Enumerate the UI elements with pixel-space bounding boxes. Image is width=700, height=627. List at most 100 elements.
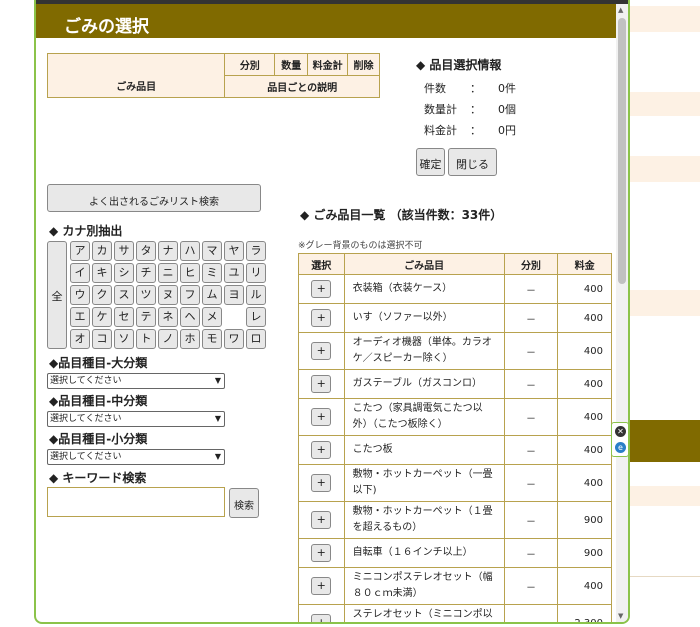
add-item-button[interactable]: + <box>311 342 332 360</box>
item-list-title: ◆ ごみ品目一覧 （該当件数：33件） <box>300 208 503 222</box>
kana-button[interactable]: チ <box>136 263 156 283</box>
item-row: + 敷物・ホットカーペット（一畳以下) － 400 <box>298 464 612 502</box>
kana-button[interactable]: ア <box>70 241 90 261</box>
item-list-table: 選択 ごみ品目 分別 料金 + 衣装箱（衣装ケース）－ 400 + いす（ソファー以外）… <box>298 253 612 622</box>
kana-button[interactable]: ヤ <box>224 241 244 261</box>
item-category: － <box>503 604 559 622</box>
kana-button[interactable]: フ <box>180 285 200 305</box>
item-select-cell: + <box>298 464 345 502</box>
kana-button[interactable]: ニ <box>158 263 178 283</box>
kana-button[interactable]: ソ <box>114 329 134 349</box>
kana-all-button[interactable]: 全 <box>47 241 67 349</box>
kana-button[interactable]: ト <box>136 329 156 349</box>
add-item-button[interactable]: + <box>311 375 332 393</box>
small-category-select[interactable]: 選択してください ▼ <box>47 449 225 465</box>
add-item-button[interactable]: + <box>311 441 332 459</box>
kana-button[interactable]: ラ <box>246 241 266 261</box>
kana-button[interactable]: オ <box>70 329 90 349</box>
kana-button[interactable]: サ <box>114 241 134 261</box>
keyword-input[interactable] <box>47 487 225 517</box>
scroll-down-icon[interactable]: ▼ <box>618 612 623 620</box>
kana-button[interactable]: タ <box>136 241 156 261</box>
add-item-button[interactable]: + <box>311 309 332 327</box>
item-category: － <box>503 567 559 605</box>
large-category-select[interactable]: 選択してください ▼ <box>47 373 225 389</box>
kana-button[interactable]: メ <box>202 307 222 327</box>
add-item-button[interactable]: + <box>311 408 332 426</box>
kana-button[interactable]: シ <box>114 263 134 283</box>
item-select-cell: + <box>298 303 345 333</box>
confirm-button[interactable]: 確定 <box>416 148 445 176</box>
kana-button[interactable]: モ <box>202 329 222 349</box>
add-item-button[interactable]: + <box>311 614 332 622</box>
kana-button[interactable]: マ <box>202 241 222 261</box>
close-button[interactable]: 閉じる <box>448 148 497 176</box>
medium-category-select[interactable]: 選択してください ▼ <box>47 411 225 427</box>
kana-button[interactable]: ウ <box>70 285 90 305</box>
kana-button[interactable]: ノ <box>158 329 178 349</box>
item-row: + こたつ板－ 400 <box>298 435 612 465</box>
item-fee: 400 <box>557 274 612 304</box>
garbage-select-modal: ごみの選択 ごみ品目 分別 数量 料金計 削除 品目ごとの説明 ◆ 品目選択情報… <box>34 0 630 624</box>
col-header-description: 品目ごとの説明 <box>224 75 380 98</box>
scroll-thumb[interactable] <box>618 18 626 284</box>
item-category: － <box>503 274 559 304</box>
col-header-select: 選択 <box>298 253 345 275</box>
add-item-button[interactable]: + <box>311 544 332 562</box>
kana-button[interactable]: ミ <box>202 263 222 283</box>
modal-scrollbar[interactable]: ▲ ▼ <box>616 4 628 622</box>
kana-button[interactable]: ツ <box>136 285 156 305</box>
kana-button[interactable]: ユ <box>224 263 244 283</box>
kana-button[interactable]: イ <box>70 263 90 283</box>
item-category: － <box>503 435 559 465</box>
kana-button[interactable]: ム <box>202 285 222 305</box>
item-fee: 400 <box>557 369 612 399</box>
kana-button[interactable]: ネ <box>158 307 178 327</box>
add-item-button[interactable]: + <box>311 577 332 595</box>
col-header-delete: 削除 <box>347 53 380 76</box>
scroll-up-icon[interactable]: ▲ <box>618 6 623 14</box>
kana-button[interactable]: ク <box>92 285 112 305</box>
item-name: こたつ（家具調電気こたつ以外）（こたつ板除く） <box>343 398 505 436</box>
kana-button[interactable]: リ <box>246 263 266 283</box>
kana-button[interactable]: ロ <box>246 329 266 349</box>
add-item-button[interactable]: + <box>311 474 332 492</box>
add-item-button[interactable]: + <box>311 280 332 298</box>
col-header-item: ごみ品目 <box>343 253 505 275</box>
frequent-list-search-button[interactable]: よく出されるごみリスト検索 <box>47 184 261 212</box>
select-value: 選択してください <box>50 376 122 386</box>
kana-button[interactable]: ケ <box>92 307 112 327</box>
kana-button[interactable]: ハ <box>180 241 200 261</box>
item-select-cell: + <box>298 398 345 436</box>
item-category: － <box>503 303 559 333</box>
bg-stripe <box>630 92 700 116</box>
bg-header-band <box>630 420 700 462</box>
kana-button[interactable]: ル <box>246 285 266 305</box>
keyword-search-button[interactable]: 検索 <box>229 488 259 518</box>
kana-button[interactable]: エ <box>70 307 90 327</box>
kana-button[interactable]: ヨ <box>224 285 244 305</box>
kana-button[interactable]: レ <box>246 307 266 327</box>
col-header-fee: 料金 <box>557 253 612 275</box>
kana-button[interactable]: ナ <box>158 241 178 261</box>
medium-category-title: ◆品目種目-中分類 <box>49 394 148 408</box>
kana-button[interactable]: コ <box>92 329 112 349</box>
kana-button[interactable]: テ <box>136 307 156 327</box>
close-icon[interactable]: ✕ <box>615 426 626 437</box>
kana-button[interactable]: ヌ <box>158 285 178 305</box>
browser-extension-icon[interactable]: e <box>615 442 626 453</box>
item-row: + 敷物・ホットカーペット（１畳を超えるもの）－ 900 <box>298 501 612 539</box>
kana-button[interactable]: ヘ <box>180 307 200 327</box>
item-category: － <box>503 369 559 399</box>
kana-button[interactable]: ワ <box>224 329 244 349</box>
kana-button[interactable]: ヒ <box>180 263 200 283</box>
selected-items-table: ごみ品目 分別 数量 料金計 削除 品目ごとの説明 <box>46 53 380 98</box>
info-value: 0個 <box>498 103 516 116</box>
kana-button[interactable]: カ <box>92 241 112 261</box>
item-select-cell: + <box>298 435 345 465</box>
kana-button[interactable]: ホ <box>180 329 200 349</box>
kana-button[interactable]: キ <box>92 263 112 283</box>
kana-button[interactable]: ス <box>114 285 134 305</box>
kana-button[interactable]: セ <box>114 307 134 327</box>
add-item-button[interactable]: + <box>311 511 332 529</box>
